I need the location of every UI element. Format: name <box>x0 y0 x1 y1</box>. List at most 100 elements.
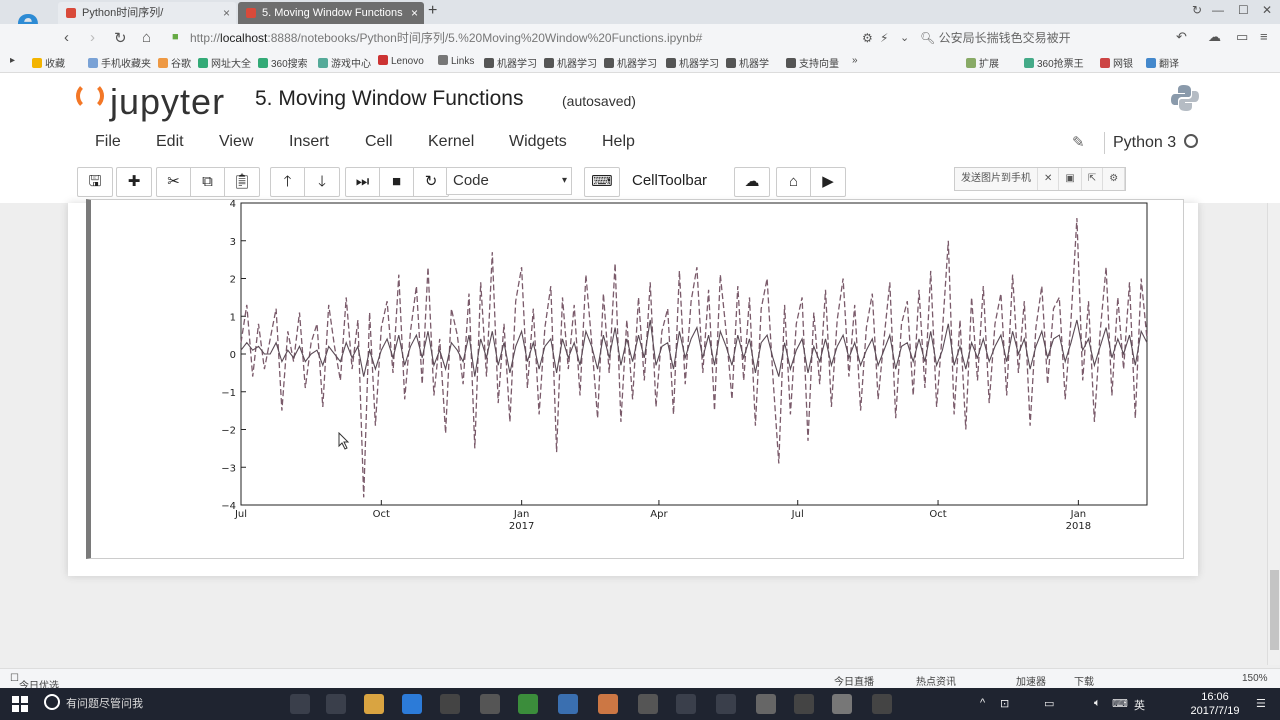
status-accelerator[interactable]: 加速器 <box>1016 673 1046 688</box>
cut-icon[interactable]: ✂ <box>157 168 191 196</box>
more-bookmarks-icon[interactable]: » <box>852 55 858 66</box>
bookmark-item[interactable]: 机器学习 <box>666 55 719 70</box>
taskbar-clock[interactable]: 16:06 2017/7/19 <box>1190 690 1240 718</box>
status-live[interactable]: 今日直播 <box>834 673 874 688</box>
tab-python-timeseries[interactable]: Python时间序列/ × <box>58 2 236 24</box>
app-icon[interactable] <box>558 694 578 714</box>
today-picks-link[interactable]: ☐ 今日优选 <box>10 673 59 692</box>
bookmark-item[interactable]: 游戏中心 <box>318 55 371 70</box>
close-window-button[interactable]: ✕ <box>1262 3 1272 17</box>
reload-icon[interactable]: ↻ <box>114 29 127 47</box>
menu-edit[interactable]: Edit <box>156 133 184 151</box>
app-icon[interactable] <box>872 694 892 714</box>
menu-widgets[interactable]: Widgets <box>509 133 567 151</box>
bookmark-item[interactable]: 手机收藏夹 <box>88 55 151 70</box>
minimize-button[interactable]: — <box>1212 3 1224 17</box>
menu-view[interactable]: View <box>219 133 253 151</box>
keyboard-icon[interactable]: ⌨ <box>1112 697 1128 710</box>
home-icon[interactable]: ⌂ <box>142 29 151 46</box>
bookmark-item[interactable]: Lenovo <box>378 55 424 67</box>
network-icon[interactable]: ⊡ <box>1000 697 1009 710</box>
save-icon[interactable]: 🖫 <box>78 168 112 196</box>
tab-moving-window[interactable]: 5. Moving Window Functions × <box>238 2 424 24</box>
lightning-icon[interactable]: ⚡ <box>880 31 888 45</box>
cell-type-select[interactable]: Code ▾ <box>446 167 572 195</box>
cloud-upload-icon[interactable]: ☁ <box>735 168 769 196</box>
jupyter-logo[interactable]: jupyter <box>76 81 225 123</box>
refresh-window-icon[interactable]: ↻ <box>1192 3 1202 17</box>
chrome-icon[interactable] <box>518 694 538 714</box>
copy-icon[interactable]: ⧉ <box>191 168 225 196</box>
input-language[interactable]: 英 <box>1134 697 1145 713</box>
bookmark-item[interactable]: 网址大全 <box>198 55 251 70</box>
app-icon[interactable] <box>638 694 658 714</box>
app-icon[interactable] <box>598 694 618 714</box>
close-icon[interactable]: × <box>411 2 418 24</box>
cloud-icon[interactable]: ☁ <box>1208 29 1221 45</box>
menu-insert[interactable]: Insert <box>289 133 329 151</box>
move-up-icon[interactable]: 🡑 <box>271 168 305 196</box>
maximize-button[interactable]: ☐ <box>1238 3 1249 17</box>
bookmark-item[interactable]: 谷歌 <box>158 55 191 70</box>
cortana-search[interactable]: 有问题尽管问我 <box>44 694 143 711</box>
app-icon[interactable] <box>480 694 500 714</box>
windows-start-icon[interactable] <box>12 696 28 712</box>
menu-help[interactable]: Help <box>602 133 635 151</box>
keyboard-icon[interactable]: ⌨ <box>585 168 619 196</box>
paste-icon[interactable]: 📋︎ <box>225 168 259 196</box>
status-zoom[interactable]: 150% <box>1242 673 1268 684</box>
gear-icon[interactable]: ⚙ <box>1103 168 1126 190</box>
undo-icon[interactable]: ↶ <box>1176 29 1187 45</box>
bookmark-item[interactable]: 360搜索 <box>258 55 308 70</box>
app-icon[interactable] <box>794 694 814 714</box>
bookmark-item[interactable]: 360抢票王 <box>1024 55 1084 70</box>
restart-icon[interactable]: ↻ <box>414 168 448 196</box>
bookmarks-toggle-icon[interactable]: ▸ <box>10 55 15 66</box>
run-icon[interactable]: ⏭ <box>346 168 380 196</box>
bookmark-item[interactable]: 机器学 <box>726 55 769 70</box>
menu-file[interactable]: File <box>95 133 121 151</box>
menu-kernel[interactable]: Kernel <box>428 133 474 151</box>
menu-cell[interactable]: Cell <box>365 133 393 151</box>
menu-icon[interactable]: ≡ <box>1260 29 1268 44</box>
notebook-title[interactable]: 5. Moving Window Functions <box>255 87 523 111</box>
add-cell-icon[interactable]: ✚ <box>117 168 151 196</box>
tray-expand-icon[interactable]: ^ <box>980 697 985 709</box>
shrink-icon[interactable]: ✕ <box>1038 168 1060 190</box>
close-icon[interactable]: × <box>223 2 230 24</box>
edge-icon[interactable] <box>402 694 422 714</box>
volume-icon[interactable]: 🔈︎ <box>1094 697 1101 710</box>
external-icon[interactable]: ⇱ <box>1082 168 1104 190</box>
bookmark-item[interactable]: 机器学习 <box>604 55 657 70</box>
bookmark-item[interactable]: 收藏 <box>32 55 65 70</box>
bookmark-item[interactable]: 机器学习 <box>484 55 537 70</box>
output-cell[interactable]: 4 3 2 1 0 −1 −2 −3 −4 Jul Oct Jan 2017 Apr Jul Oct Jan 20… <box>86 199 1184 559</box>
status-news[interactable]: 热点资讯 <box>916 673 956 688</box>
save-ext-icon[interactable]: ▣ <box>1059 168 1082 190</box>
tablet-icon[interactable]: ▭ <box>1236 29 1248 45</box>
send-image-button[interactable]: 发送图片到手机 <box>955 168 1038 190</box>
play-video-icon[interactable]: ▶ <box>811 168 845 196</box>
gift-icon[interactable]: ⌂ <box>777 168 811 196</box>
app-icon[interactable] <box>676 694 696 714</box>
forward-icon[interactable]: › <box>90 29 95 46</box>
task-view-icon[interactable] <box>326 694 346 714</box>
new-tab-button[interactable]: + <box>428 2 437 20</box>
back-icon[interactable]: ‹ <box>64 29 69 46</box>
move-down-icon[interactable]: 🡓 <box>305 168 339 196</box>
notifications-icon[interactable]: ☰ <box>1256 697 1266 710</box>
bookmark-item[interactable]: 支持向量 <box>786 55 839 70</box>
app-icon[interactable] <box>756 694 776 714</box>
bookmark-item[interactable]: 翻译 <box>1146 55 1179 70</box>
store-icon[interactable] <box>440 694 460 714</box>
settings-icon[interactable]: ⚙ <box>862 31 873 45</box>
battery-icon[interactable]: ▭ <box>1044 697 1054 710</box>
page-scrollbar-thumb[interactable] <box>1270 570 1279 650</box>
bookmark-item[interactable]: 扩展 <box>966 55 999 70</box>
file-explorer-icon[interactable] <box>364 694 384 714</box>
chevron-down-icon[interactable]: ⌄ <box>900 31 909 44</box>
app-icon[interactable] <box>716 694 736 714</box>
status-download[interactable]: 下载 <box>1074 673 1094 688</box>
url-field[interactable]: http://localhost:8888/notebooks/Python时间… <box>190 29 790 47</box>
stop-icon[interactable]: ■ <box>380 168 414 196</box>
